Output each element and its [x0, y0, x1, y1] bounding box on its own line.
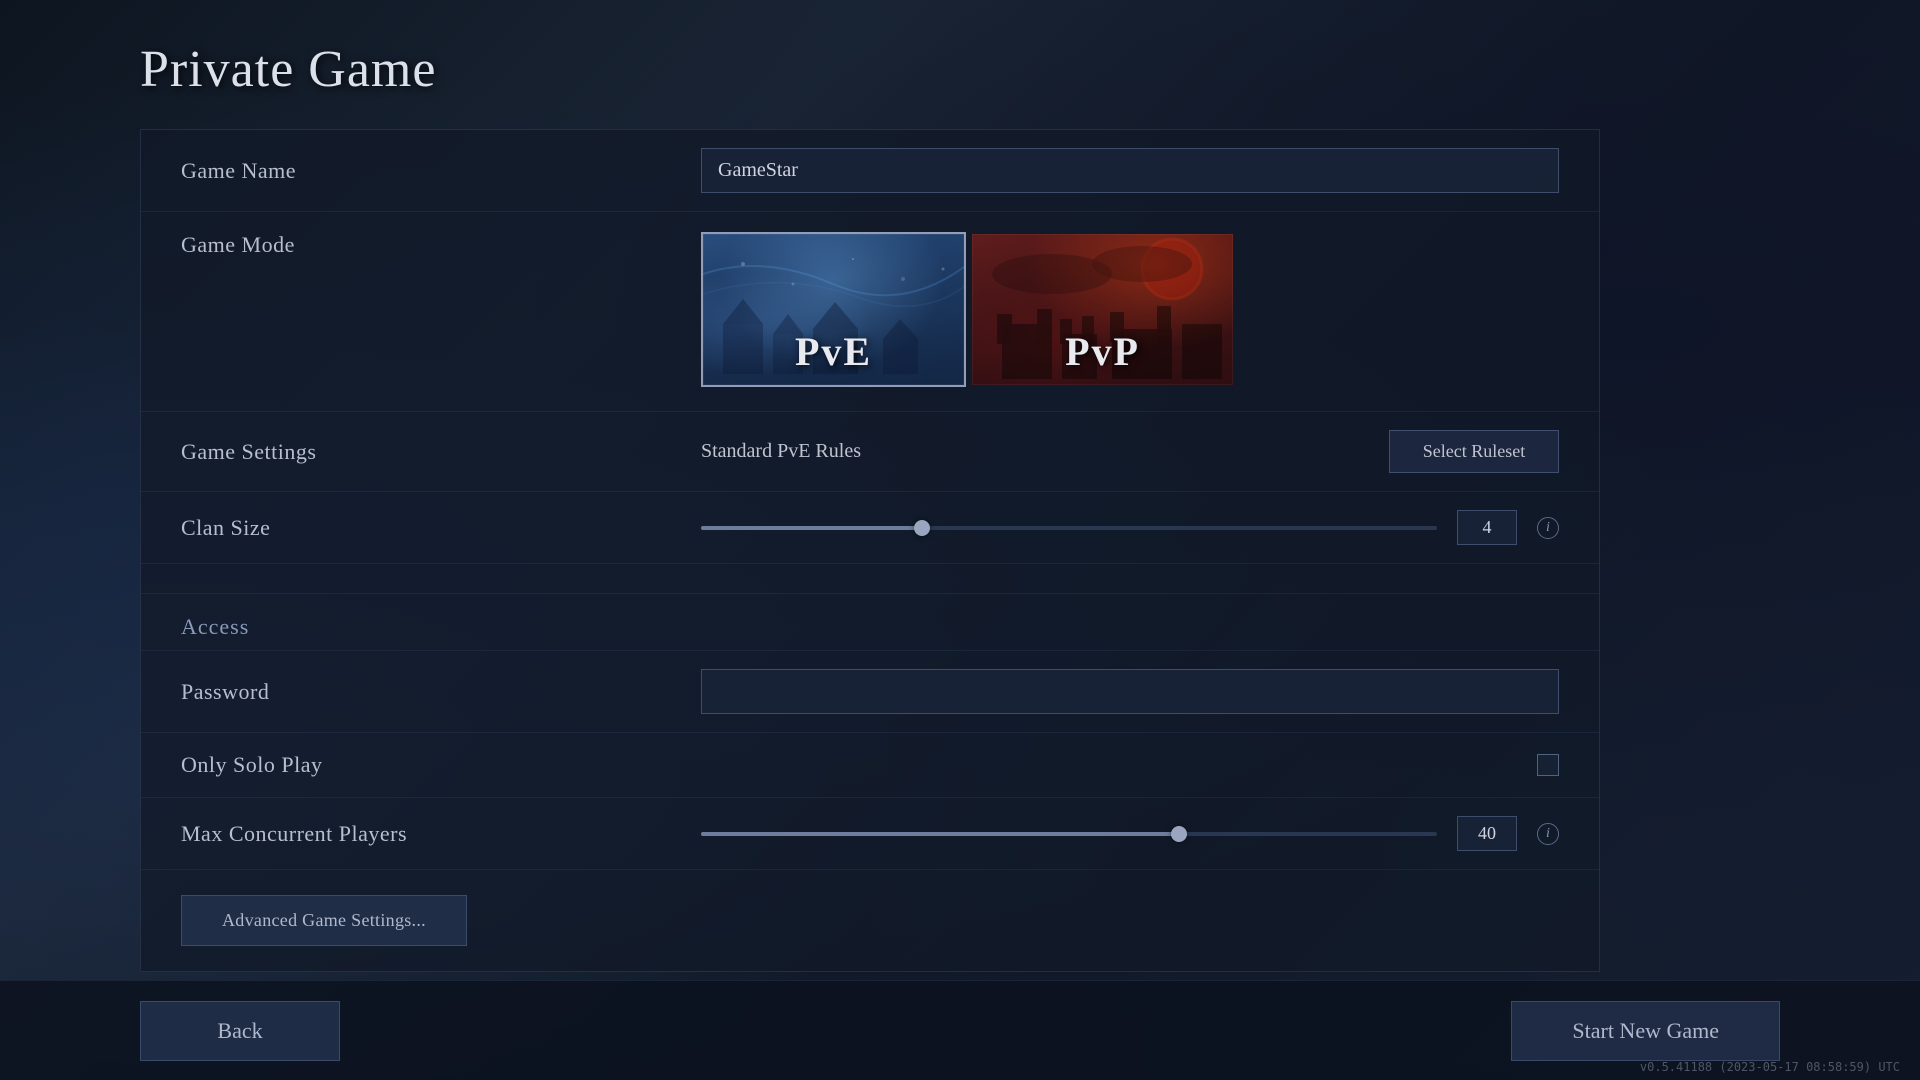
max-players-slider-container — [701, 832, 1437, 836]
spacer-1 — [141, 564, 1599, 594]
advanced-settings-row: Advanced Game Settings... — [141, 869, 1599, 971]
solo-play-row: Only Solo Play — [141, 733, 1599, 798]
access-header: Access — [141, 594, 1599, 651]
solo-play-checkbox[interactable] — [1537, 754, 1559, 776]
max-players-row: Max Concurrent Players 40 i — [141, 798, 1599, 869]
access-title: Access — [181, 614, 1559, 640]
clan-size-thumb[interactable] — [914, 520, 930, 536]
max-players-info-icon[interactable]: i — [1537, 823, 1559, 845]
game-name-control — [701, 148, 1559, 193]
clan-size-fill — [701, 526, 922, 530]
game-mode-row: Game Mode — [141, 212, 1599, 412]
pve-label: PvE — [703, 328, 964, 375]
solo-play-checkbox-container — [701, 754, 1559, 776]
password-label: Password — [181, 679, 701, 705]
max-players-control: 40 i — [701, 816, 1559, 851]
pve-card-bg — [703, 234, 964, 385]
select-ruleset-button[interactable]: Select Ruleset — [1389, 430, 1559, 473]
pvp-scene — [972, 234, 1233, 385]
mode-cards: PvE — [701, 232, 1235, 387]
pve-aurora — [703, 234, 964, 385]
clan-size-info-icon[interactable]: i — [1537, 517, 1559, 539]
pvp-label: PvP — [972, 328, 1233, 375]
solo-play-control — [701, 754, 1559, 776]
game-settings-control: Standard PvE Rules Select Ruleset — [701, 430, 1559, 473]
password-control — [701, 669, 1559, 714]
pvp-card-bg — [972, 234, 1233, 385]
page-title: Private Game — [140, 40, 1600, 99]
game-name-row: Game Name — [141, 130, 1599, 212]
pvp-mode-card[interactable]: PvP — [970, 232, 1235, 387]
max-players-value: 40 — [1457, 816, 1517, 851]
max-players-fill — [701, 832, 1179, 836]
game-settings-value: Standard PvE Rules — [701, 440, 1369, 463]
max-players-label: Max Concurrent Players — [181, 821, 701, 847]
game-settings-label: Game Settings — [181, 439, 701, 465]
password-input[interactable] — [701, 669, 1559, 714]
clan-size-control: 4 i — [701, 510, 1559, 545]
form-panel: Game Name Game Mode — [140, 129, 1600, 972]
clan-size-track[interactable] — [701, 526, 1437, 530]
solo-play-label: Only Solo Play — [181, 752, 701, 778]
max-players-track[interactable] — [701, 832, 1437, 836]
game-name-label: Game Name — [181, 158, 701, 184]
clan-size-label: Clan Size — [181, 515, 701, 541]
max-players-thumb[interactable] — [1171, 826, 1187, 842]
game-mode-label: Game Mode — [181, 232, 701, 258]
clan-size-row: Clan Size 4 i — [141, 492, 1599, 564]
password-row: Password — [141, 651, 1599, 733]
game-name-input[interactable] — [701, 148, 1559, 193]
game-settings-row: Game Settings Standard PvE Rules Select … — [141, 412, 1599, 492]
clan-size-slider-container — [701, 526, 1437, 530]
pve-mode-card[interactable]: PvE — [701, 232, 966, 387]
clan-size-value: 4 — [1457, 510, 1517, 545]
advanced-settings-button[interactable]: Advanced Game Settings... — [181, 895, 467, 946]
main-container: Private Game Game Name Game Mode — [0, 0, 1920, 1080]
game-mode-control: PvE — [701, 232, 1559, 387]
